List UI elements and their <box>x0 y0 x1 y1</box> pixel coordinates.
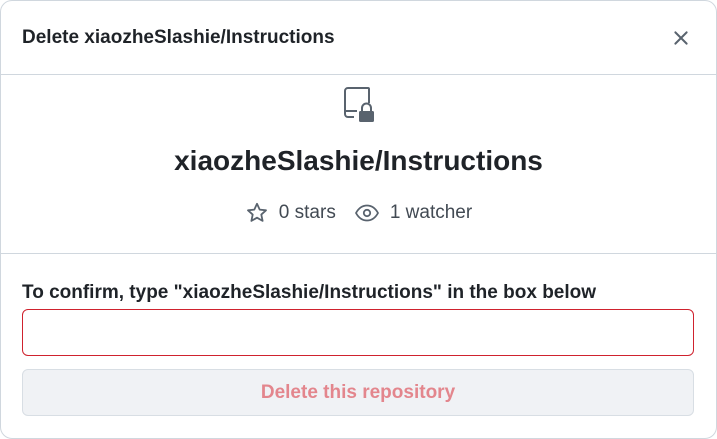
stars-label: 0 stars <box>278 202 336 223</box>
x-icon <box>674 31 688 45</box>
delete-repository-button[interactable]: Delete this repository <box>22 369 694 416</box>
close-button[interactable] <box>664 21 698 55</box>
star-icon <box>246 202 267 222</box>
repo-locked-icon <box>344 87 374 122</box>
dialog-header: Delete xiaozheSlashie/Instructions <box>1 1 716 75</box>
confirm-label: To confirm, type "xiaozheSlashie/Instruc… <box>22 282 597 303</box>
stars-stat: 0 stars <box>245 201 336 225</box>
eye-icon <box>354 204 379 222</box>
delete-repository-dialog: Delete xiaozheSlashie/Instructions xiaoz… <box>0 0 717 439</box>
repo-summary: xiaozheSlashie/Instructions 0 stars 1 wa… <box>1 75 716 254</box>
repo-full-name: xiaozheSlashie/Instructions <box>174 145 543 176</box>
confirm-repo-name-input[interactable] <box>22 309 694 356</box>
repo-stats: 0 stars 1 watcher <box>1 201 716 225</box>
watchers-stat: 1 watcher <box>354 201 472 225</box>
dialog-title: Delete xiaozheSlashie/Instructions <box>22 27 335 48</box>
watchers-label: 1 watcher <box>389 202 473 223</box>
